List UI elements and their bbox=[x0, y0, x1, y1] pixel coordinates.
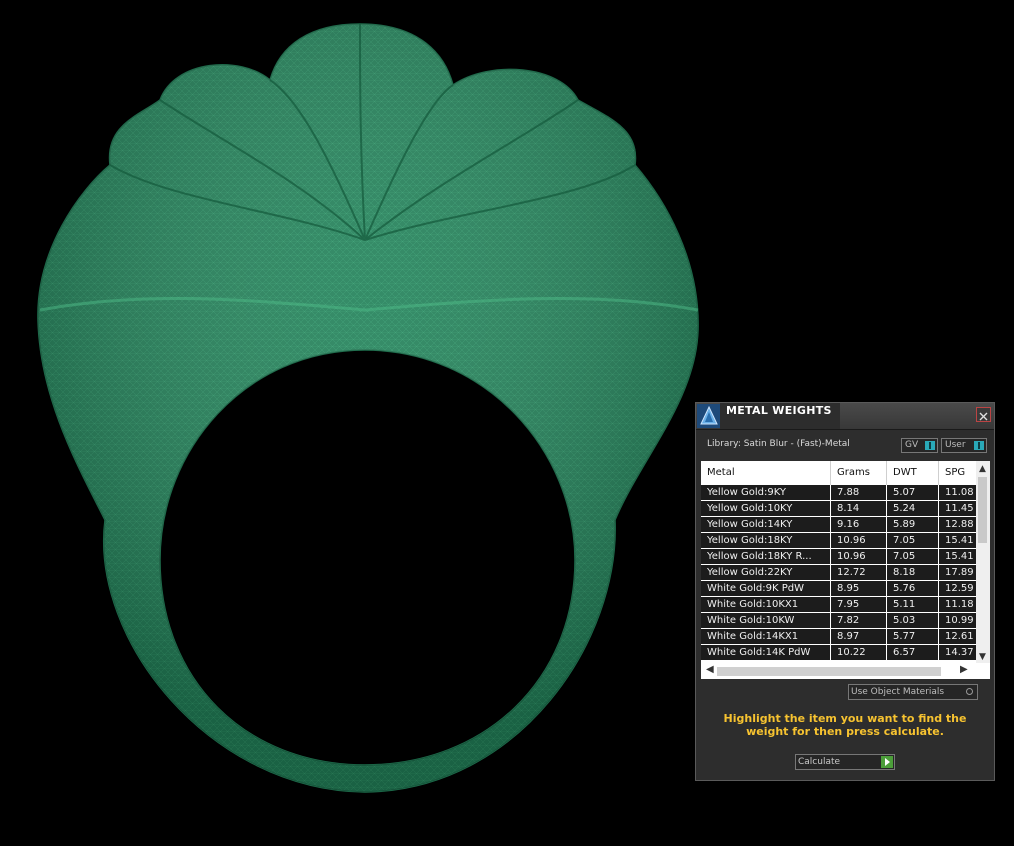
calculate-button[interactable]: Calculate bbox=[795, 754, 895, 770]
vertical-scroll-thumb[interactable] bbox=[978, 477, 987, 543]
column-header-spg[interactable]: SPG bbox=[939, 461, 976, 485]
grams-cell: 8.95 bbox=[831, 581, 887, 596]
use-object-materials-label: Use Object Materials bbox=[851, 687, 945, 697]
metal-cell: Yellow Gold:9KY bbox=[701, 485, 831, 500]
spg-cell: 15.41 bbox=[945, 535, 974, 546]
spg-cell: 12.61 bbox=[945, 631, 974, 642]
table-row[interactable]: Yellow Gold:14KY 9.16 5.89 12.88 bbox=[701, 517, 976, 532]
column-header-metal[interactable]: Metal bbox=[701, 461, 831, 485]
spg-cell: 14.37 bbox=[945, 647, 974, 658]
dwt-cell: 5.11 bbox=[887, 597, 939, 612]
dwt-cell: 5.76 bbox=[887, 581, 939, 596]
horizontal-scrollbar[interactable]: ◀ ▶ bbox=[701, 663, 990, 679]
dwt-cell: 7.05 bbox=[887, 533, 939, 548]
table-row[interactable]: Yellow Gold:18KY R... 10.96 7.05 15.41 bbox=[701, 549, 976, 564]
table-row[interactable]: Yellow Gold:10KY 8.14 5.24 11.45 bbox=[701, 501, 976, 516]
metal-weights-panel: METAL WEIGHTS Library: Satin Blur - (Fas… bbox=[695, 402, 995, 781]
metal-table: Metal Grams DWT SPG Yellow Gold:9KY 7.88 5… bbox=[701, 461, 990, 679]
user-toggle-label: User bbox=[945, 440, 966, 450]
metal-cell: Yellow Gold:18KY bbox=[701, 533, 831, 548]
table-row[interactable]: Yellow Gold:18KY 10.96 7.05 15.41 bbox=[701, 533, 976, 548]
spg-cell: 15.41 bbox=[945, 551, 974, 562]
spg-cell: 12.88 bbox=[945, 519, 974, 530]
spg-cell: 17.89 bbox=[945, 567, 974, 578]
app-logo-icon bbox=[697, 404, 721, 428]
spg-cell: 12.59 bbox=[945, 583, 974, 594]
grams-cell: 10.22 bbox=[831, 645, 887, 660]
scroll-right-icon[interactable]: ▶ bbox=[960, 664, 968, 675]
dwt-cell: 5.77 bbox=[887, 629, 939, 644]
table-row[interactable]: Yellow Gold:9KY 7.88 5.07 11.08 bbox=[701, 485, 976, 500]
metal-cell: White Gold:14KX1 bbox=[701, 629, 831, 644]
metal-cell: Yellow Gold:18KY R... bbox=[701, 549, 831, 564]
grams-cell: 7.88 bbox=[831, 485, 887, 500]
metal-cell: Yellow Gold:10KY bbox=[701, 501, 831, 516]
dwt-cell: 8.18 bbox=[887, 565, 939, 580]
panel-title: METAL WEIGHTS bbox=[720, 403, 840, 429]
dwt-cell: 7.05 bbox=[887, 549, 939, 564]
library-label: Library: Satin Blur - (Fast)-Metal bbox=[707, 439, 850, 449]
spg-cell: 11.08 bbox=[945, 487, 974, 498]
toggle-on-icon bbox=[974, 441, 984, 450]
toggle-on-icon bbox=[925, 441, 935, 450]
gv-toggle-label: GV bbox=[905, 440, 919, 450]
grams-cell: 9.16 bbox=[831, 517, 887, 532]
spg-cell: 10.99 bbox=[945, 615, 974, 626]
column-header-grams[interactable]: Grams bbox=[831, 461, 887, 485]
grams-cell: 8.97 bbox=[831, 629, 887, 644]
user-toggle[interactable]: User bbox=[941, 438, 987, 453]
table-row[interactable]: White Gold:10KX1 7.95 5.11 11.18 bbox=[701, 597, 976, 612]
dwt-cell: 6.57 bbox=[887, 645, 939, 660]
toggle-off-icon bbox=[966, 688, 973, 695]
metal-cell: White Gold:9K PdW bbox=[701, 581, 831, 596]
ring-model bbox=[37, 23, 699, 793]
scroll-up-icon[interactable]: ▲ bbox=[979, 464, 986, 474]
table-row[interactable]: White Gold:10KW 7.82 5.03 10.99 bbox=[701, 613, 976, 628]
metal-cell: White Gold:10KW bbox=[701, 613, 831, 628]
spg-cell: 11.45 bbox=[945, 503, 974, 514]
dwt-cell: 5.07 bbox=[887, 485, 939, 500]
scroll-down-icon[interactable]: ▼ bbox=[979, 652, 986, 662]
column-header-dwt[interactable]: DWT bbox=[887, 461, 939, 485]
table-header: Metal Grams DWT SPG bbox=[701, 461, 976, 485]
vertical-scrollbar[interactable]: ▲ ▼ bbox=[976, 461, 990, 664]
table-row[interactable]: Yellow Gold:22KY 12.72 8.18 17.89 bbox=[701, 565, 976, 580]
dwt-cell: 5.89 bbox=[887, 517, 939, 532]
grams-cell: 8.14 bbox=[831, 501, 887, 516]
table-row[interactable]: White Gold:14KX1 8.97 5.77 12.61 bbox=[701, 629, 976, 644]
help-text: Highlight the item you want to find the … bbox=[723, 712, 967, 738]
metal-cell: White Gold:10KX1 bbox=[701, 597, 831, 612]
grams-cell: 10.96 bbox=[831, 533, 887, 548]
play-arrow-icon bbox=[881, 756, 893, 768]
calculate-label: Calculate bbox=[798, 757, 841, 767]
close-button[interactable] bbox=[976, 407, 991, 422]
metal-cell: White Gold:14K PdW bbox=[701, 645, 831, 660]
metal-cell: Yellow Gold:14KY bbox=[701, 517, 831, 532]
grams-cell: 12.72 bbox=[831, 565, 887, 580]
grams-cell: 10.96 bbox=[831, 549, 887, 564]
panel-titlebar[interactable]: METAL WEIGHTS bbox=[696, 403, 994, 430]
table-row[interactable]: White Gold:9K PdW 8.95 5.76 12.59 bbox=[701, 581, 976, 596]
dwt-cell: 5.24 bbox=[887, 501, 939, 516]
table-body: Yellow Gold:9KY 7.88 5.07 11.08 Yellow Gold… bbox=[701, 485, 976, 661]
spg-cell: 11.18 bbox=[945, 599, 974, 610]
close-icon bbox=[979, 412, 988, 421]
metal-cell: Yellow Gold:22KY bbox=[701, 565, 831, 580]
dwt-cell: 5.03 bbox=[887, 613, 939, 628]
scroll-left-icon[interactable]: ◀ bbox=[706, 664, 714, 675]
grams-cell: 7.95 bbox=[831, 597, 887, 612]
grams-cell: 7.82 bbox=[831, 613, 887, 628]
horizontal-scroll-thumb[interactable] bbox=[717, 667, 941, 676]
table-row[interactable]: White Gold:14K PdW 10.22 6.57 14.37 bbox=[701, 645, 976, 660]
gv-toggle[interactable]: GV bbox=[901, 438, 938, 453]
use-object-materials-toggle[interactable]: Use Object Materials bbox=[848, 684, 978, 700]
